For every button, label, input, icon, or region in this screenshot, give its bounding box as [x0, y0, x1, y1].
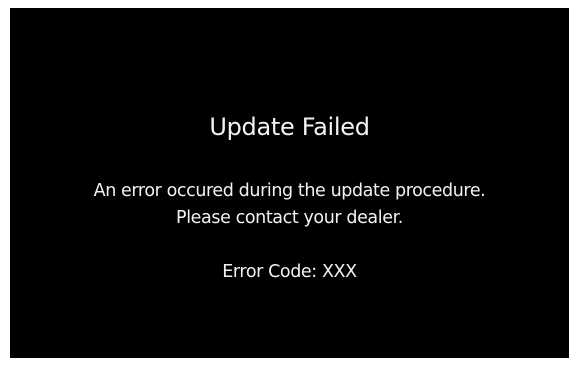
error-screen: Update Failed An error occured during th…: [10, 8, 569, 358]
error-message-line-2: Please contact your dealer.: [176, 208, 403, 228]
display-frame: Update Failed An error occured during th…: [0, 0, 578, 365]
error-message: An error occured during the update proce…: [10, 178, 569, 232]
error-code: Error Code: XXX: [222, 262, 357, 282]
error-title: Update Failed: [209, 113, 370, 141]
error-message-line-1: An error occured during the update proce…: [93, 181, 486, 201]
